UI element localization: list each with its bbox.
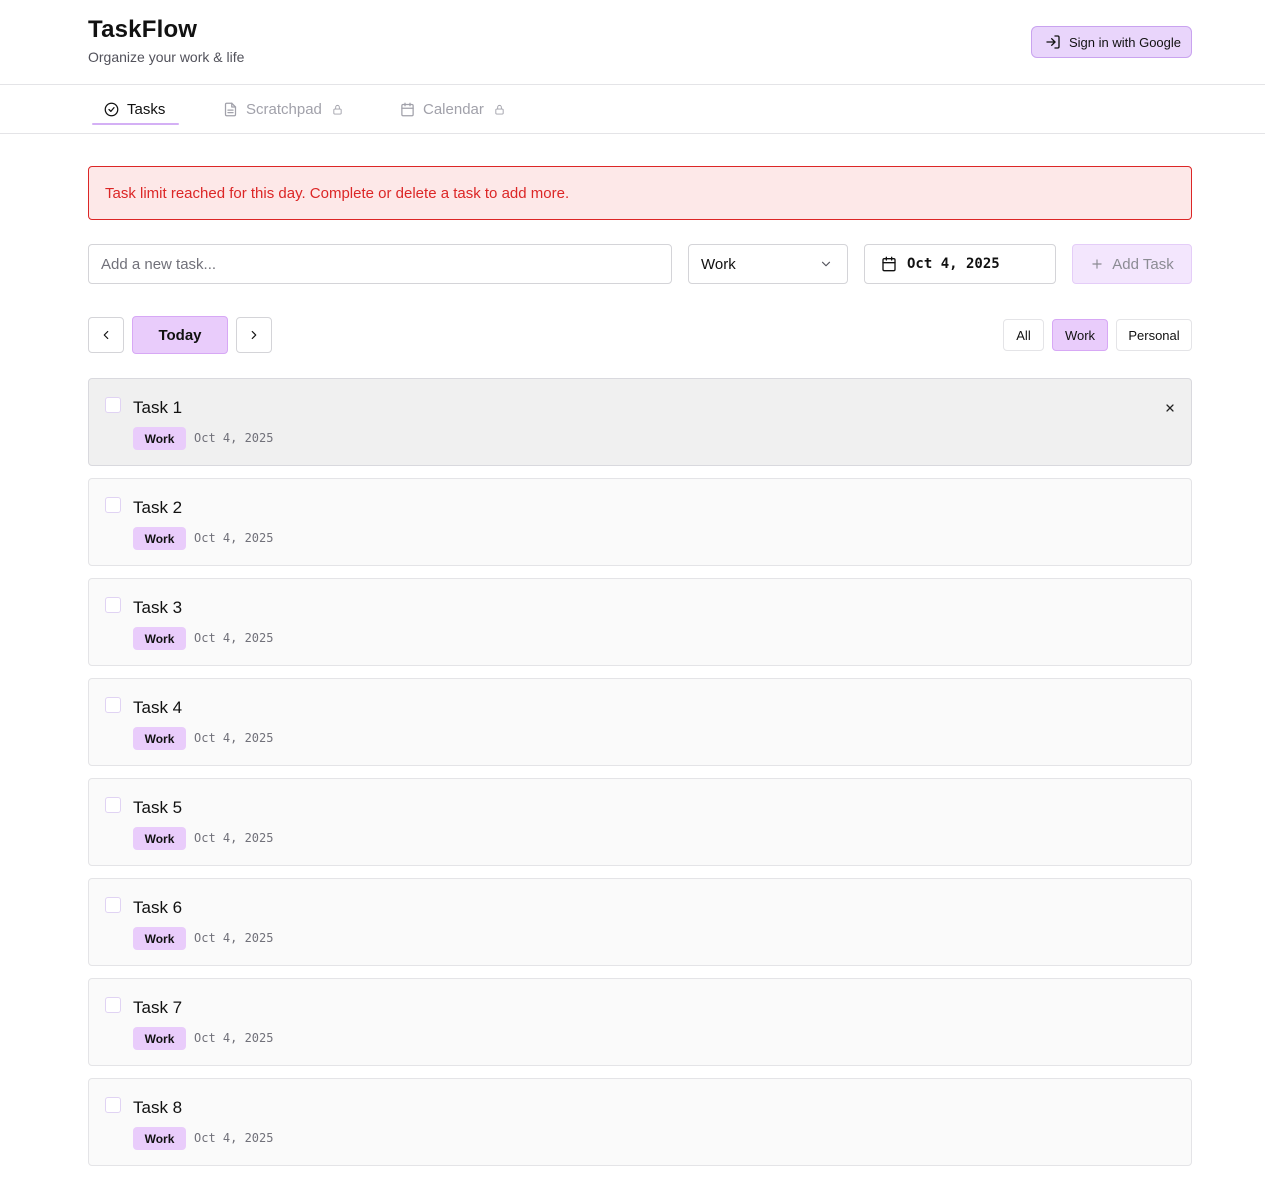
- task-title: Task 7: [133, 998, 183, 1017]
- app-subtitle: Organize your work & life: [88, 49, 245, 65]
- task-category-badge: Work: [133, 527, 186, 550]
- alert-message: Task limit reached for this day. Complet…: [105, 184, 570, 202]
- task-category-badge: Work: [133, 1027, 186, 1050]
- date-picker[interactable]: Oct 4, 2025: [864, 244, 1056, 284]
- app-header: TaskFlow Organize your work & life Sign …: [0, 0, 1265, 85]
- task-card[interactable]: Task 6 Work Oct 4, 2025: [88, 878, 1192, 966]
- task-card[interactable]: Task 3 Work Oct 4, 2025: [88, 578, 1192, 666]
- task-checkbox[interactable]: [105, 497, 121, 513]
- task-checkbox[interactable]: [105, 797, 121, 813]
- task-card[interactable]: Task 2 Work Oct 4, 2025: [88, 478, 1192, 566]
- task-date: Oct 4, 2025: [194, 631, 274, 645]
- task-checkbox[interactable]: [105, 397, 121, 413]
- tab-calendar[interactable]: Calendar: [400, 85, 505, 134]
- document-icon: [224, 102, 237, 117]
- task-card[interactable]: Task 8 Work Oct 4, 2025: [88, 1078, 1192, 1166]
- task-date: Oct 4, 2025: [194, 731, 274, 745]
- task-date: Oct 4, 2025: [194, 1131, 274, 1145]
- task-checkbox[interactable]: [105, 1097, 121, 1113]
- previous-day-button[interactable]: [88, 317, 124, 353]
- task-checkbox[interactable]: [105, 997, 121, 1013]
- category-select[interactable]: Work: [688, 244, 848, 284]
- calendar-icon: [401, 102, 414, 117]
- task-title: Task 2: [133, 498, 183, 517]
- task-date: Oct 4, 2025: [194, 931, 274, 945]
- task-checkbox[interactable]: [105, 597, 121, 613]
- add-task-label: Add Task: [1112, 255, 1174, 273]
- filter-work-button[interactable]: Work: [1052, 319, 1108, 351]
- tab-label: Tasks: [127, 101, 166, 118]
- date-picker-value: Oct 4, 2025: [907, 256, 1000, 272]
- task-card[interactable]: Task 4 Work Oct 4, 2025: [88, 678, 1192, 766]
- tab-bar: Tasks Scratchpad Calendar: [0, 85, 1265, 134]
- tab-label: Calendar: [423, 101, 484, 118]
- tab-tasks[interactable]: Tasks: [104, 85, 165, 134]
- tab-scratchpad[interactable]: Scratchpad: [223, 85, 343, 134]
- active-tab-indicator: [92, 123, 179, 125]
- app-title: TaskFlow: [88, 16, 198, 43]
- task-checkbox[interactable]: [105, 697, 121, 713]
- task-card[interactable]: Task 7 Work Oct 4, 2025: [88, 978, 1192, 1066]
- delete-task-icon[interactable]: [1162, 400, 1178, 416]
- task-category-badge: Work: [133, 427, 186, 450]
- task-date: Oct 4, 2025: [194, 531, 274, 545]
- category-select-value: Work: [701, 255, 736, 273]
- task-title: Task 4: [133, 698, 183, 717]
- task-card[interactable]: Task 1 Work Oct 4, 2025: [88, 378, 1192, 466]
- task-category-badge: Work: [133, 1127, 186, 1150]
- tab-label: Scratchpad: [246, 101, 322, 118]
- task-title: Task 6: [133, 898, 183, 917]
- today-button[interactable]: Today: [132, 316, 228, 354]
- task-checkbox[interactable]: [105, 897, 121, 913]
- task-category-badge: Work: [133, 827, 186, 850]
- task-title: Task 8: [133, 1098, 183, 1117]
- task-title: Task 5: [133, 798, 183, 817]
- new-task-input[interactable]: [88, 244, 672, 284]
- task-category-badge: Work: [133, 927, 186, 950]
- task-title: Task 1: [133, 398, 183, 417]
- task-date: Oct 4, 2025: [194, 1031, 274, 1045]
- task-date: Oct 4, 2025: [194, 831, 274, 845]
- chevron-right-icon: [251, 330, 257, 340]
- filter-all-button[interactable]: All: [1003, 319, 1044, 351]
- check-circle-icon: [104, 102, 119, 117]
- lock-icon: [495, 104, 504, 115]
- task-card[interactable]: Task 5 Work Oct 4, 2025: [88, 778, 1192, 866]
- filter-personal-button[interactable]: Personal: [1116, 319, 1192, 351]
- chevron-down-icon: [821, 261, 831, 267]
- sign-in-icon: [1046, 35, 1060, 49]
- sign-in-google-button[interactable]: Sign in with Google: [1031, 26, 1192, 58]
- chevron-left-icon: [103, 330, 109, 340]
- lock-icon: [333, 104, 342, 115]
- plus-icon: [1092, 259, 1102, 269]
- task-limit-alert: Task limit reached for this day. Complet…: [88, 166, 1192, 220]
- task-category-badge: Work: [133, 627, 186, 650]
- calendar-icon: [882, 256, 896, 272]
- add-task-button[interactable]: Add Task: [1072, 244, 1192, 284]
- task-title: Task 3: [133, 598, 183, 617]
- next-day-button[interactable]: [236, 317, 272, 353]
- task-category-badge: Work: [133, 727, 186, 750]
- task-date: Oct 4, 2025: [194, 431, 274, 445]
- sign-in-label: Sign in with Google: [1069, 34, 1182, 50]
